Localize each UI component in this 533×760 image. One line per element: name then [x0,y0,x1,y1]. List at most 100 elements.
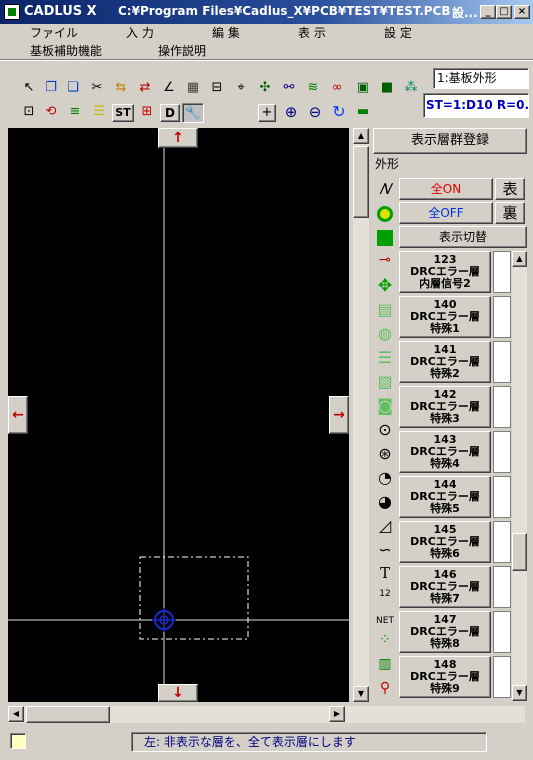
ic-icon[interactable]: ▥ [375,656,395,676]
probe-icon[interactable]: ⚲ [375,680,395,700]
layer-button-145[interactable]: 145 DRCエラー層 特殊6 [399,521,491,563]
via-tool-icon[interactable]: ⊸ [375,252,395,272]
pan-up-button[interactable]: ↑ [158,128,198,148]
menu-settings[interactable]: 設 定 [384,24,412,41]
pad-icon[interactable] [375,204,395,224]
layer-button-147[interactable]: 147 DRCエラー層 特殊8 [399,611,491,653]
layer-toggle-cell[interactable] [493,476,511,518]
part-icon[interactable]: ■ [376,78,398,99]
copy-icon[interactable]: ❐ [40,78,62,99]
close-button[interactable]: × [514,5,530,19]
layer-toggle-cell[interactable] [493,251,511,293]
all-on-button[interactable]: 全ON [399,178,493,200]
hatch-icon[interactable]: ▤ [375,300,395,320]
grid-icon[interactable]: ▦ [182,78,204,99]
layer-toggle-cell[interactable] [493,656,511,698]
layer-toggle-cell[interactable] [493,431,511,473]
rectangle-icon[interactable]: ◿ [375,516,395,536]
layer-toggle-cell[interactable] [493,566,511,608]
layer-stack-icon[interactable]: ≡ [64,102,86,123]
array-icon[interactable]: ⁂ [400,78,422,99]
stripe-icon[interactable]: ☰ [375,348,395,368]
wire-icon[interactable]: 𝑁 [375,180,395,200]
pan-down-button[interactable]: ↓ [158,684,198,702]
layer-select[interactable]: 1:基板外形 [433,68,529,89]
circle-3pt-icon[interactable]: ⊛ [375,444,395,464]
menu-file[interactable]: ファイル [30,24,78,41]
round-hatch-icon[interactable]: ◍ [375,324,395,344]
dimension-icon[interactable]: 12 [375,584,395,604]
menu-view[interactable]: 表 示 [298,24,326,41]
scroll-down-button[interactable]: ▼ [353,686,369,702]
align-icon[interactable]: ⌖ [230,78,252,99]
draw-line-icon[interactable]: ∠ [158,78,180,99]
back-button[interactable]: 裏 [495,202,525,224]
redraw-icon[interactable]: ↻ [328,102,350,123]
d-button[interactable]: D [160,104,180,122]
zoom-out-icon[interactable]: ⊖ [304,102,326,123]
select-arrow-icon[interactable]: ↖ [18,78,40,99]
pan-left-button[interactable]: ← [8,396,28,434]
toggle-display-button[interactable]: 表示切替 [399,226,527,248]
component-icon[interactable]: ✣ [254,78,276,99]
circle-center-icon[interactable]: ⊙ [375,420,395,440]
mirror-icon[interactable]: ⇄ [134,78,156,99]
color-grid-icon[interactable]: ⊞ [136,102,158,123]
layer-button-141[interactable]: 141 DRCエラー層 特殊2 [399,341,491,383]
arc-icon[interactable]: ◔ [375,468,395,488]
measure-icon[interactable]: ⊟ [206,78,228,99]
thermal-icon[interactable]: ✥ [375,276,395,296]
layer-button-146[interactable]: 146 DRCエラー層 特殊7 [399,566,491,608]
layer-button-148[interactable]: 148 DRCエラー層 特殊9 [399,656,491,698]
cut-icon[interactable]: ✂ [86,78,108,99]
route-icon[interactable]: ≋ [302,78,324,99]
layer-toggle-cell[interactable] [493,386,511,428]
zoom-fit-icon[interactable]: + [258,104,276,122]
layer-scroll-down-button[interactable]: ▼ [512,685,527,701]
layer-color-icon[interactable]: ☰ [88,102,110,123]
text-icon[interactable]: T [375,564,395,584]
register-layer-group-button[interactable]: 表示層群登録 [373,128,527,154]
binoculars-icon[interactable]: ⚯ [278,78,300,99]
wrench-icon[interactable]: 🔧 [182,103,204,123]
app-icon[interactable] [4,4,20,20]
layer-button-143[interactable]: 143 DRCエラー層 特殊4 [399,431,491,473]
scroll-thumb[interactable] [353,146,369,218]
camera-icon[interactable]: ◙ [375,396,395,416]
ratsnest-icon[interactable]: ⁘ [375,632,395,652]
canvas-hscrollbar[interactable]: ◀ ▶ [8,706,525,723]
fill-icon[interactable] [375,228,395,248]
layer-button-144[interactable]: 144 DRCエラー層 特殊5 [399,476,491,518]
layer-button-142[interactable]: 142 DRCエラー層 特殊3 [399,386,491,428]
all-off-button[interactable]: 全OFF [399,202,493,224]
paste-icon[interactable]: ❏ [62,78,84,99]
layer-toggle-cell[interactable] [493,296,511,338]
rotate-select-icon[interactable]: ⟲ [40,102,62,123]
zoom-in-icon[interactable]: ⊕ [280,102,302,123]
layer-button-123[interactable]: 123 DRCエラー層 内層信号2 [399,251,491,293]
square-stripe-icon[interactable]: ▧ [375,372,395,392]
scroll-right-button[interactable]: ▶ [329,706,345,722]
layer-toggle-cell[interactable] [493,521,511,563]
menu-input[interactable]: 入 力 [126,24,154,41]
menu-board-aux[interactable]: 基板補助機能 [30,42,102,59]
layer-toggle-cell[interactable] [493,611,511,653]
pan-right-button[interactable]: → [329,396,349,434]
menu-edit[interactable]: 編 集 [212,24,240,41]
pcb-canvas[interactable]: ↑ ↓ ← → [8,128,349,702]
chip-icon[interactable]: ▣ [352,78,374,99]
hscroll-thumb[interactable] [26,706,110,723]
layer-button-140[interactable]: 140 DRCエラー層 特殊1 [399,296,491,338]
arc-3pt-icon[interactable]: ◕ [375,492,395,512]
scroll-up-button[interactable]: ▲ [353,128,369,144]
layer-scroll-up-button[interactable]: ▲ [512,251,527,267]
front-button[interactable]: 表 [495,178,525,200]
layer-vscrollbar[interactable]: ▲ ▼ [512,251,527,701]
layer-scroll-thumb[interactable] [512,533,527,571]
select-box-icon[interactable]: ⊡ [18,102,40,123]
move-icon[interactable]: ⇆ [110,78,132,99]
maximize-button[interactable]: □ [496,5,512,19]
curve-icon[interactable]: ∽ [375,540,395,560]
menu-help[interactable]: 操作説明 [158,42,206,59]
net-icon[interactable]: NET [375,610,395,630]
